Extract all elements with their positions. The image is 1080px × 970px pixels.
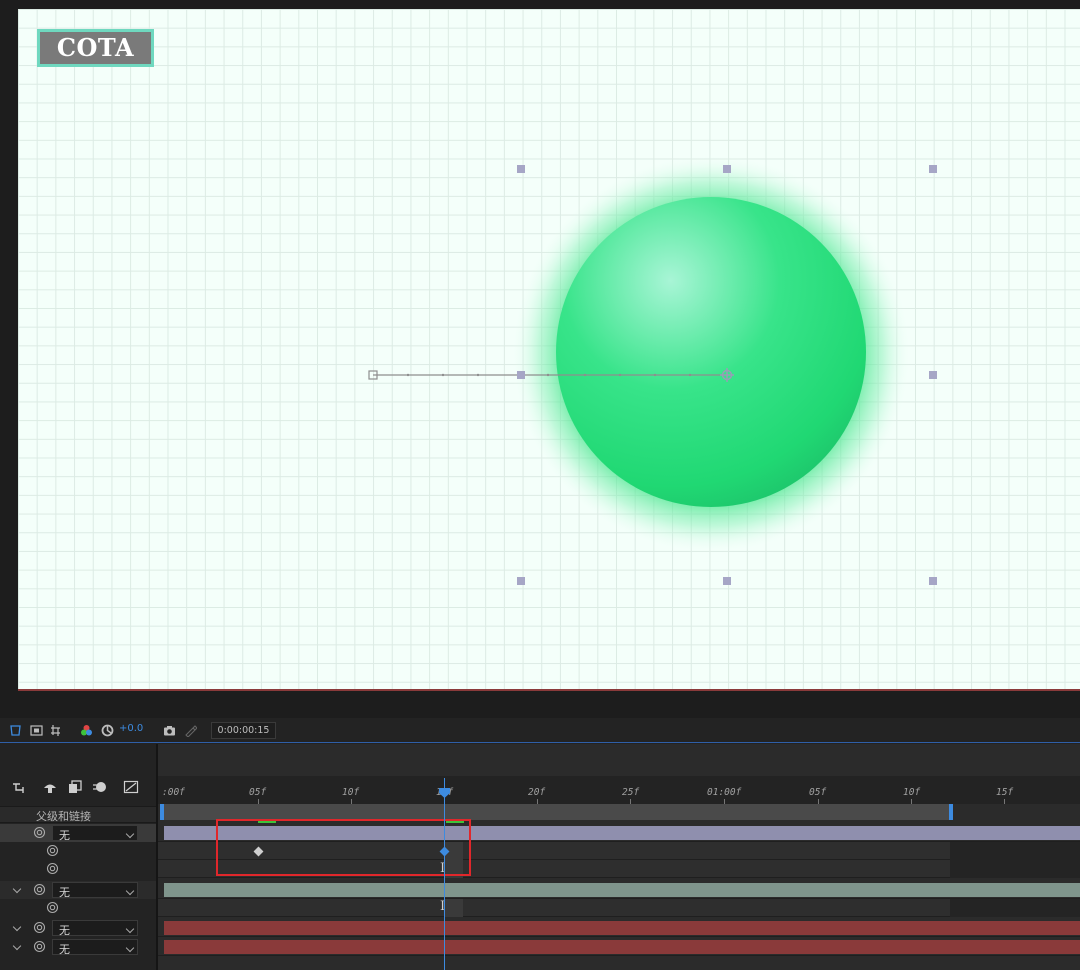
snapshot-camera-icon[interactable] bbox=[163, 724, 176, 737]
chevron-down-icon bbox=[125, 943, 135, 953]
parent-dropdown[interactable]: 无 bbox=[52, 882, 138, 899]
ruler-tick: 10f bbox=[342, 787, 360, 798]
layer-duration-bar[interactable] bbox=[164, 940, 1080, 954]
after-effects-window: COTA +0.0 0:00:00:15 父级和链接 无 无 无 无:00f … bbox=[0, 0, 1080, 970]
layer-track-2 bbox=[158, 881, 1080, 899]
shy-layers-icon[interactable] bbox=[42, 780, 58, 794]
viewer-toolbar: +0.0 0:00:00:15 bbox=[0, 719, 1080, 743]
pickwhip-icon[interactable] bbox=[46, 862, 59, 875]
graph-editor-icon[interactable] bbox=[123, 780, 139, 794]
playhead-line bbox=[444, 778, 445, 970]
ruler-tick: 15f bbox=[996, 787, 1014, 798]
pickwhip-icon[interactable] bbox=[33, 883, 46, 896]
parent-dropdown[interactable]: 无 bbox=[52, 939, 138, 956]
time-ruler[interactable]: :00f 05f 10f 15f 20f 25f 01:00f 05f 10f … bbox=[158, 776, 1080, 804]
ruler-tick: 20f bbox=[528, 787, 546, 798]
current-time-display[interactable]: 0:00:00:15 bbox=[211, 722, 276, 739]
parent-pickwhip-tool-icon[interactable] bbox=[11, 780, 27, 794]
safe-area-icon[interactable] bbox=[30, 724, 43, 737]
green-sphere[interactable] bbox=[556, 197, 866, 507]
pickwhip-icon[interactable] bbox=[33, 940, 46, 953]
timeline-tracks: :00f 05f 10f 15f 20f 25f 01:00f 05f 10f … bbox=[156, 744, 1080, 970]
pickwhip-icon[interactable] bbox=[33, 826, 46, 839]
parent-dropdown[interactable]: 无 bbox=[52, 825, 138, 842]
chevron-down-icon bbox=[125, 829, 135, 839]
expand-chevron-icon[interactable] bbox=[12, 922, 22, 932]
layer-track-4 bbox=[158, 938, 1080, 956]
layer-track-3 bbox=[158, 919, 1080, 937]
layer-columns: 父级和链接 无 无 无 无 bbox=[0, 744, 156, 970]
ruler-tick: 05f bbox=[809, 787, 827, 798]
chevron-down-icon bbox=[125, 886, 135, 896]
layer-duration-bar[interactable] bbox=[164, 921, 1080, 935]
exposure-value[interactable]: +0.0 bbox=[119, 723, 143, 734]
timeline-panel: 父级和链接 无 无 无 无:00f 05f 10f 20f 25f 01:00… bbox=[0, 744, 1080, 970]
motion-blur-icon[interactable] bbox=[92, 780, 108, 794]
show-snapshot-icon[interactable] bbox=[184, 724, 197, 737]
pickwhip-icon[interactable] bbox=[33, 921, 46, 934]
expand-chevron-icon[interactable] bbox=[12, 941, 22, 951]
composition-canvas[interactable]: COTA bbox=[18, 9, 1080, 691]
keyframe-highlight-box bbox=[216, 819, 471, 876]
frame-blending-icon[interactable] bbox=[67, 780, 83, 794]
exposure-reset-icon[interactable] bbox=[101, 724, 114, 737]
expand-chevron-icon[interactable] bbox=[12, 884, 22, 894]
mask-path-icon[interactable] bbox=[9, 724, 22, 737]
layer-row-2[interactable]: 无 bbox=[0, 881, 156, 899]
ruler-tick: 05f bbox=[249, 787, 267, 798]
layer-row-3[interactable]: 无 bbox=[0, 919, 156, 937]
canvas-overlay bbox=[368, 154, 937, 585]
property-row bbox=[0, 860, 156, 878]
grid-guide-icon[interactable] bbox=[49, 724, 62, 737]
layer-row-4[interactable]: 无 bbox=[0, 938, 156, 956]
property-row bbox=[0, 899, 156, 917]
pickwhip-icon[interactable] bbox=[46, 844, 59, 857]
parent-dropdown[interactable]: 无 bbox=[52, 920, 138, 937]
color-channels-icon[interactable] bbox=[80, 724, 93, 737]
composition-viewer: COTA bbox=[0, 0, 1080, 718]
work-area-bar[interactable] bbox=[160, 804, 953, 820]
pickwhip-icon[interactable] bbox=[46, 901, 59, 914]
property-row bbox=[0, 842, 156, 860]
property-track bbox=[158, 899, 1080, 917]
ruler-tick: 10f bbox=[903, 787, 921, 798]
ruler-tick: 25f bbox=[622, 787, 640, 798]
layer-row-1[interactable]: 无 bbox=[0, 824, 156, 842]
parent-link-column-header: 父级和链接 bbox=[0, 806, 156, 823]
layer-duration-bar[interactable] bbox=[164, 883, 1080, 897]
ruler-tick: :00f bbox=[162, 787, 185, 798]
ruler-tick: 01:00f bbox=[707, 787, 742, 798]
chevron-down-icon bbox=[125, 924, 135, 934]
